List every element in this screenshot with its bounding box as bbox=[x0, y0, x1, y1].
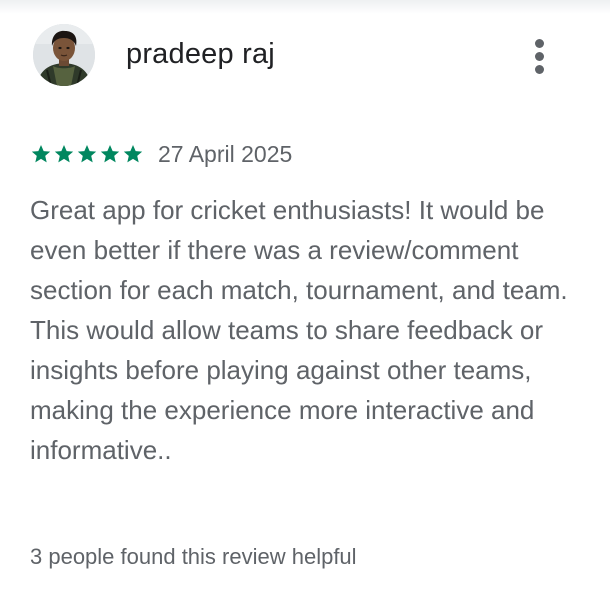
more-vert-icon-dot bbox=[535, 52, 544, 61]
reviewer-name: pradeep raj bbox=[126, 38, 275, 70]
more-options-button[interactable] bbox=[518, 30, 562, 82]
more-vert-icon-dot bbox=[535, 65, 544, 74]
review-text: Great app for cricket enthusiasts! It wo… bbox=[30, 195, 568, 465]
star-icon bbox=[31, 145, 51, 163]
review-card: pradeep raj 27 April 2025 Great app for … bbox=[0, 0, 610, 596]
star-rating bbox=[30, 143, 144, 165]
review-header: pradeep raj bbox=[30, 22, 590, 88]
user-avatar-photo-icon bbox=[33, 24, 95, 86]
star-icon bbox=[54, 145, 74, 163]
review-date: 27 April 2025 bbox=[158, 141, 293, 167]
reviewer-avatar[interactable] bbox=[33, 24, 95, 86]
star-icon bbox=[123, 145, 143, 163]
star-icon bbox=[77, 145, 97, 163]
star-icon bbox=[100, 145, 120, 163]
helpful-count-text: 3 people found this review helpful bbox=[30, 544, 357, 569]
more-vert-icon bbox=[535, 39, 544, 48]
rating-row: 27 April 2025 bbox=[30, 138, 292, 170]
